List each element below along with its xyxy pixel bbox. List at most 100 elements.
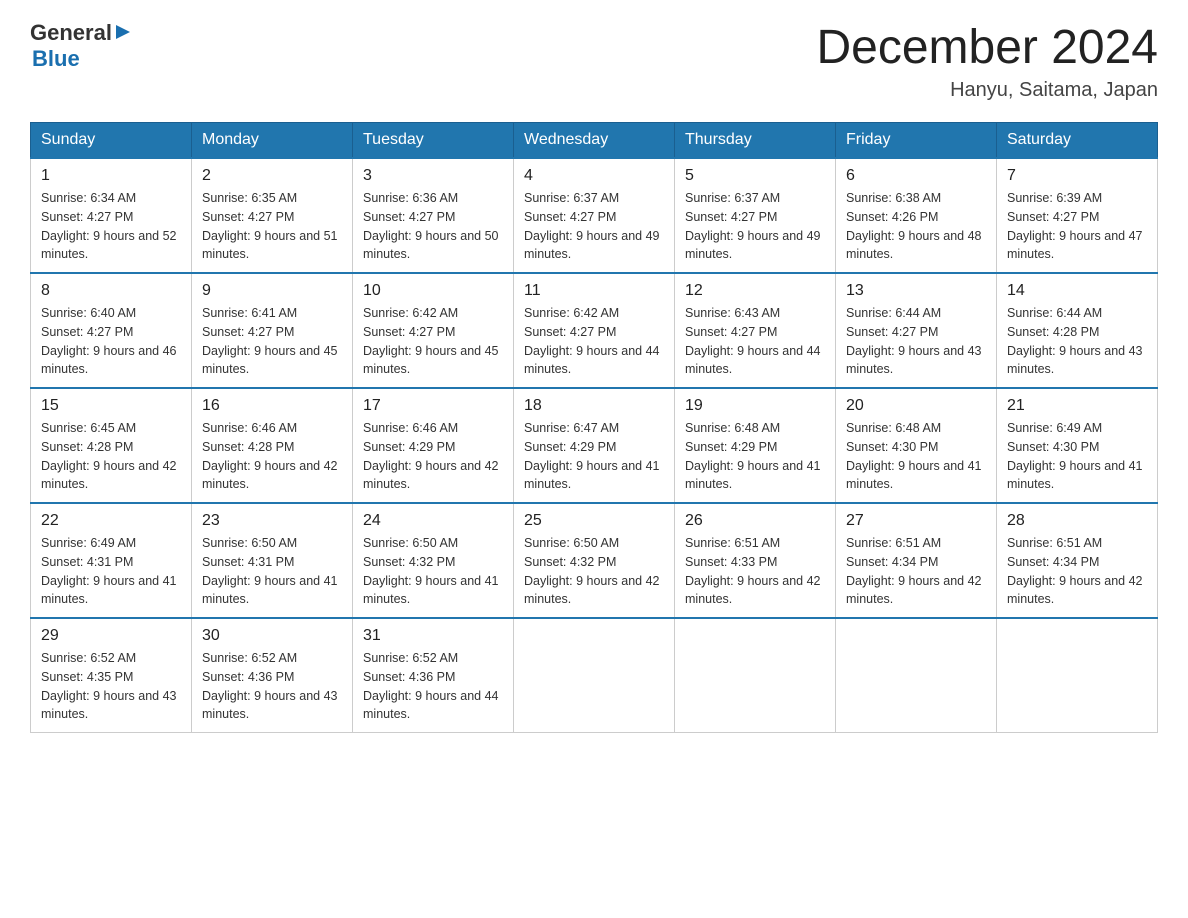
- col-header-sunday: Sunday: [31, 123, 192, 159]
- day-info: Sunrise: 6:50 AMSunset: 4:32 PMDaylight:…: [363, 534, 503, 609]
- day-number: 25: [524, 512, 664, 530]
- day-info: Sunrise: 6:36 AMSunset: 4:27 PMDaylight:…: [363, 189, 503, 264]
- title-section: December 2024 Hanyu, Saitama, Japan: [816, 20, 1158, 102]
- day-info: Sunrise: 6:40 AMSunset: 4:27 PMDaylight:…: [41, 304, 181, 379]
- day-info: Sunrise: 6:42 AMSunset: 4:27 PMDaylight:…: [363, 304, 503, 379]
- day-number: 10: [363, 282, 503, 300]
- day-number: 11: [524, 282, 664, 300]
- day-info: Sunrise: 6:41 AMSunset: 4:27 PMDaylight:…: [202, 304, 342, 379]
- day-number: 1: [41, 167, 181, 185]
- day-number: 15: [41, 397, 181, 415]
- day-info: Sunrise: 6:51 AMSunset: 4:33 PMDaylight:…: [685, 534, 825, 609]
- col-header-tuesday: Tuesday: [353, 123, 514, 159]
- calendar-header-row: SundayMondayTuesdayWednesdayThursdayFrid…: [31, 123, 1158, 159]
- calendar-cell: 10 Sunrise: 6:42 AMSunset: 4:27 PMDaylig…: [353, 273, 514, 388]
- day-number: 31: [363, 627, 503, 645]
- day-number: 29: [41, 627, 181, 645]
- logo-blue-text: Blue: [32, 46, 80, 72]
- calendar-cell: 6 Sunrise: 6:38 AMSunset: 4:26 PMDayligh…: [836, 158, 997, 273]
- col-header-wednesday: Wednesday: [514, 123, 675, 159]
- day-number: 18: [524, 397, 664, 415]
- day-number: 12: [685, 282, 825, 300]
- calendar-cell: 24 Sunrise: 6:50 AMSunset: 4:32 PMDaylig…: [353, 503, 514, 618]
- day-number: 9: [202, 282, 342, 300]
- day-number: 5: [685, 167, 825, 185]
- calendar-cell: 15 Sunrise: 6:45 AMSunset: 4:28 PMDaylig…: [31, 388, 192, 503]
- day-info: Sunrise: 6:52 AMSunset: 4:36 PMDaylight:…: [202, 649, 342, 724]
- col-header-friday: Friday: [836, 123, 997, 159]
- week-row-3: 15 Sunrise: 6:45 AMSunset: 4:28 PMDaylig…: [31, 388, 1158, 503]
- day-number: 4: [524, 167, 664, 185]
- day-number: 24: [363, 512, 503, 530]
- calendar-cell: 16 Sunrise: 6:46 AMSunset: 4:28 PMDaylig…: [192, 388, 353, 503]
- day-info: Sunrise: 6:44 AMSunset: 4:28 PMDaylight:…: [1007, 304, 1147, 379]
- day-info: Sunrise: 6:34 AMSunset: 4:27 PMDaylight:…: [41, 189, 181, 264]
- calendar-cell: [675, 618, 836, 733]
- day-info: Sunrise: 6:51 AMSunset: 4:34 PMDaylight:…: [1007, 534, 1147, 609]
- week-row-5: 29 Sunrise: 6:52 AMSunset: 4:35 PMDaylig…: [31, 618, 1158, 733]
- day-info: Sunrise: 6:52 AMSunset: 4:36 PMDaylight:…: [363, 649, 503, 724]
- calendar-cell: 11 Sunrise: 6:42 AMSunset: 4:27 PMDaylig…: [514, 273, 675, 388]
- day-info: Sunrise: 6:46 AMSunset: 4:28 PMDaylight:…: [202, 419, 342, 494]
- week-row-1: 1 Sunrise: 6:34 AMSunset: 4:27 PMDayligh…: [31, 158, 1158, 273]
- calendar-cell: 22 Sunrise: 6:49 AMSunset: 4:31 PMDaylig…: [31, 503, 192, 618]
- calendar-cell: 12 Sunrise: 6:43 AMSunset: 4:27 PMDaylig…: [675, 273, 836, 388]
- day-number: 23: [202, 512, 342, 530]
- day-number: 28: [1007, 512, 1147, 530]
- day-info: Sunrise: 6:46 AMSunset: 4:29 PMDaylight:…: [363, 419, 503, 494]
- week-row-4: 22 Sunrise: 6:49 AMSunset: 4:31 PMDaylig…: [31, 503, 1158, 618]
- calendar-table: SundayMondayTuesdayWednesdayThursdayFrid…: [30, 122, 1158, 733]
- calendar-cell: 7 Sunrise: 6:39 AMSunset: 4:27 PMDayligh…: [997, 158, 1158, 273]
- calendar-cell: 31 Sunrise: 6:52 AMSunset: 4:36 PMDaylig…: [353, 618, 514, 733]
- day-info: Sunrise: 6:49 AMSunset: 4:31 PMDaylight:…: [41, 534, 181, 609]
- calendar-cell: 3 Sunrise: 6:36 AMSunset: 4:27 PMDayligh…: [353, 158, 514, 273]
- calendar-cell: 14 Sunrise: 6:44 AMSunset: 4:28 PMDaylig…: [997, 273, 1158, 388]
- calendar-cell: 2 Sunrise: 6:35 AMSunset: 4:27 PMDayligh…: [192, 158, 353, 273]
- page-header: General Blue December 2024 Hanyu, Saitam…: [30, 20, 1158, 102]
- calendar-cell: 25 Sunrise: 6:50 AMSunset: 4:32 PMDaylig…: [514, 503, 675, 618]
- day-info: Sunrise: 6:48 AMSunset: 4:30 PMDaylight:…: [846, 419, 986, 494]
- col-header-saturday: Saturday: [997, 123, 1158, 159]
- day-info: Sunrise: 6:50 AMSunset: 4:31 PMDaylight:…: [202, 534, 342, 609]
- calendar-cell: 28 Sunrise: 6:51 AMSunset: 4:34 PMDaylig…: [997, 503, 1158, 618]
- day-info: Sunrise: 6:43 AMSunset: 4:27 PMDaylight:…: [685, 304, 825, 379]
- calendar-cell: 18 Sunrise: 6:47 AMSunset: 4:29 PMDaylig…: [514, 388, 675, 503]
- day-info: Sunrise: 6:37 AMSunset: 4:27 PMDaylight:…: [685, 189, 825, 264]
- day-number: 8: [41, 282, 181, 300]
- calendar-cell: 5 Sunrise: 6:37 AMSunset: 4:27 PMDayligh…: [675, 158, 836, 273]
- day-info: Sunrise: 6:49 AMSunset: 4:30 PMDaylight:…: [1007, 419, 1147, 494]
- calendar-cell: 30 Sunrise: 6:52 AMSunset: 4:36 PMDaylig…: [192, 618, 353, 733]
- calendar-cell: 4 Sunrise: 6:37 AMSunset: 4:27 PMDayligh…: [514, 158, 675, 273]
- day-number: 21: [1007, 397, 1147, 415]
- week-row-2: 8 Sunrise: 6:40 AMSunset: 4:27 PMDayligh…: [31, 273, 1158, 388]
- calendar-cell: [997, 618, 1158, 733]
- calendar-cell: 21 Sunrise: 6:49 AMSunset: 4:30 PMDaylig…: [997, 388, 1158, 503]
- day-info: Sunrise: 6:38 AMSunset: 4:26 PMDaylight:…: [846, 189, 986, 264]
- day-number: 7: [1007, 167, 1147, 185]
- day-info: Sunrise: 6:52 AMSunset: 4:35 PMDaylight:…: [41, 649, 181, 724]
- month-title: December 2024: [816, 20, 1158, 75]
- day-info: Sunrise: 6:51 AMSunset: 4:34 PMDaylight:…: [846, 534, 986, 609]
- calendar-cell: [514, 618, 675, 733]
- day-info: Sunrise: 6:47 AMSunset: 4:29 PMDaylight:…: [524, 419, 664, 494]
- calendar-cell: 29 Sunrise: 6:52 AMSunset: 4:35 PMDaylig…: [31, 618, 192, 733]
- day-info: Sunrise: 6:42 AMSunset: 4:27 PMDaylight:…: [524, 304, 664, 379]
- day-number: 19: [685, 397, 825, 415]
- day-number: 2: [202, 167, 342, 185]
- day-info: Sunrise: 6:39 AMSunset: 4:27 PMDaylight:…: [1007, 189, 1147, 264]
- calendar-cell: 27 Sunrise: 6:51 AMSunset: 4:34 PMDaylig…: [836, 503, 997, 618]
- day-info: Sunrise: 6:35 AMSunset: 4:27 PMDaylight:…: [202, 189, 342, 264]
- day-info: Sunrise: 6:37 AMSunset: 4:27 PMDaylight:…: [524, 189, 664, 264]
- calendar-cell: 13 Sunrise: 6:44 AMSunset: 4:27 PMDaylig…: [836, 273, 997, 388]
- logo: General Blue: [30, 20, 132, 72]
- calendar-cell: 1 Sunrise: 6:34 AMSunset: 4:27 PMDayligh…: [31, 158, 192, 273]
- calendar-cell: 19 Sunrise: 6:48 AMSunset: 4:29 PMDaylig…: [675, 388, 836, 503]
- col-header-monday: Monday: [192, 123, 353, 159]
- day-number: 30: [202, 627, 342, 645]
- calendar-cell: 23 Sunrise: 6:50 AMSunset: 4:31 PMDaylig…: [192, 503, 353, 618]
- logo-general-text: General: [30, 20, 112, 46]
- calendar-cell: 26 Sunrise: 6:51 AMSunset: 4:33 PMDaylig…: [675, 503, 836, 618]
- day-number: 27: [846, 512, 986, 530]
- day-info: Sunrise: 6:44 AMSunset: 4:27 PMDaylight:…: [846, 304, 986, 379]
- day-number: 3: [363, 167, 503, 185]
